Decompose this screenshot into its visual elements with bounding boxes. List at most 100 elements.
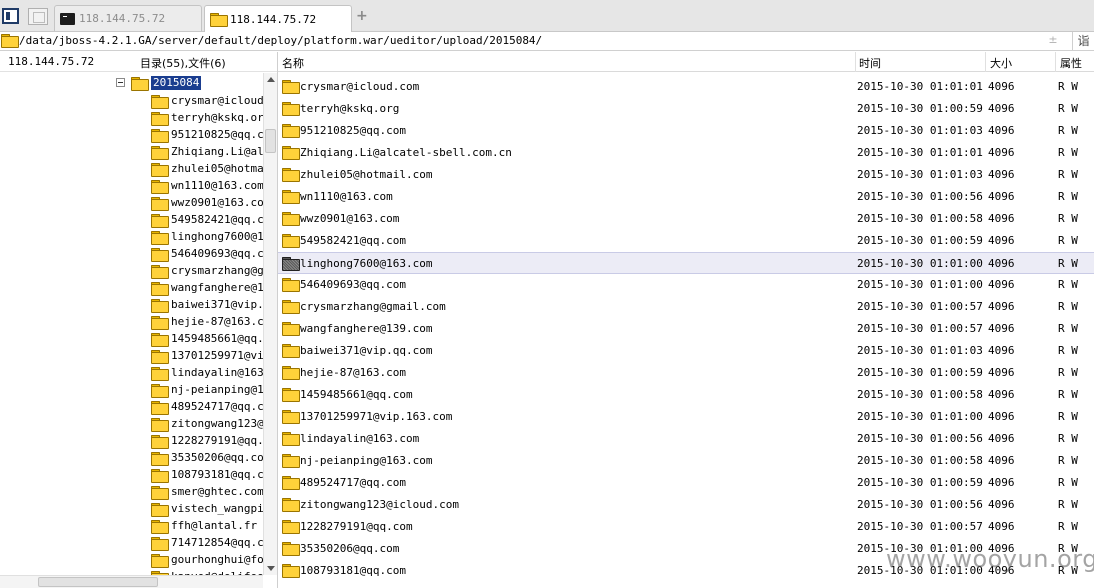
file-size: 4096 xyxy=(988,102,1015,115)
scroll-down-icon[interactable] xyxy=(267,566,275,571)
file-name: lindayalin@163.com xyxy=(300,432,420,445)
tree-item-label: crysmarzhang@gma xyxy=(171,264,263,277)
column-size[interactable]: 大小 xyxy=(990,55,1012,71)
tree-item[interactable]: zitongwang123@ic xyxy=(151,415,263,432)
add-tab-button[interactable]: + xyxy=(356,8,368,24)
tree-horizontal-scrollbar[interactable] xyxy=(0,575,263,588)
tree-item[interactable]: 549582421@qq.com xyxy=(151,211,263,228)
tree-item[interactable]: crysmarzhang@gma xyxy=(151,262,263,279)
tree-item-label: 489524717@qq.com xyxy=(171,400,263,413)
tree-item[interactable]: linghong7600@163 xyxy=(151,228,263,245)
tree-item[interactable]: 489524717@qq.com xyxy=(151,398,263,415)
tree-root-label: 2015084 xyxy=(151,75,202,90)
column-divider[interactable] xyxy=(1055,52,1056,72)
table-row[interactable]: linghong7600@163.com 2015-10-30 01:01:00 4… xyxy=(278,252,1094,274)
file-name: baiwei371@vip.qq.com xyxy=(300,344,433,357)
tree-item[interactable]: 714712854@qq.com xyxy=(151,534,263,551)
table-row[interactable]: 489524717@qq.com 2015-10-30 01:00:59 4096 R… xyxy=(278,472,1094,494)
table-row[interactable]: lindayalin@163.com 2015-10-30 01:00:56 409… xyxy=(278,428,1094,450)
table-row[interactable]: 1459485661@qq.com 2015-10-30 01:00:58 4096… xyxy=(278,384,1094,406)
table-row[interactable]: terryh@kskq.org 2015-10-30 01:00:59 4096 R … xyxy=(278,98,1094,120)
file-size: 4096 xyxy=(988,344,1015,357)
tree-item[interactable]: smer@ghtec.com xyxy=(151,483,263,500)
tree-item[interactable]: 35350206@qq.com xyxy=(151,449,263,466)
file-name: 35350206@qq.com xyxy=(300,542,400,555)
sidebar-toggle-icon[interactable] xyxy=(2,8,19,24)
column-divider[interactable] xyxy=(985,52,986,72)
file-size: 4096 xyxy=(988,498,1015,511)
file-attr: R W xyxy=(1058,146,1078,159)
table-row[interactable]: wangfanghere@139.com 2015-10-30 01:00:57 4… xyxy=(278,318,1094,340)
tree-item[interactable]: crysmar@icloud.c xyxy=(151,92,263,109)
table-row[interactable]: crysmar@icloud.com 2015-10-30 01:01:01 409… xyxy=(278,76,1094,98)
tree-item[interactable]: kanyed@dolifood xyxy=(151,568,263,575)
tree-item[interactable]: lindayalin@163.c xyxy=(151,364,263,381)
tree-item[interactable]: gourhonghui@foxm xyxy=(151,551,263,568)
tree-item[interactable]: wwz0901@163.com xyxy=(151,194,263,211)
tree-item[interactable]: 546409693@qq.com xyxy=(151,245,263,262)
table-row[interactable]: 951210825@qq.com 2015-10-30 01:01:03 4096 R… xyxy=(278,120,1094,142)
table-row[interactable]: wn1110@163.com 2015-10-30 01:00:56 4096 R W xyxy=(278,186,1094,208)
tree-root-node[interactable]: 2015084 xyxy=(116,75,202,91)
folder-icon xyxy=(282,234,300,248)
tree-item-label: baiwei371@vip.qq xyxy=(171,298,263,311)
file-size: 4096 xyxy=(988,432,1015,445)
file-name: 1459485661@qq.com xyxy=(300,388,413,401)
tree-item[interactable]: zhulei05@hotmail xyxy=(151,160,263,177)
scroll-up-icon[interactable] xyxy=(267,77,275,82)
tree-item[interactable]: vistech_wangping xyxy=(151,500,263,517)
column-name[interactable]: 名称 xyxy=(282,55,304,71)
table-row[interactable]: 13701259971@vip.163.com 2015-10-30 01:01:… xyxy=(278,406,1094,428)
scroll-thumb[interactable] xyxy=(265,129,276,153)
scroll-thumb[interactable] xyxy=(38,577,158,587)
tree-item[interactable]: baiwei371@vip.qq xyxy=(151,296,263,313)
column-divider[interactable] xyxy=(855,52,856,72)
path-input[interactable]: /data/jboss-4.2.1.GA/server/default/depl… xyxy=(19,34,542,47)
folder-icon xyxy=(282,344,300,358)
folder-icon xyxy=(151,366,169,381)
path-dropdown[interactable]: ± xyxy=(1037,33,1069,49)
folder-icon xyxy=(151,502,169,517)
tree-item[interactable]: 108793181@qq.com xyxy=(151,466,263,483)
table-row[interactable]: baiwei371@vip.qq.com 2015-10-30 01:01:03 4… xyxy=(278,340,1094,362)
tree-item[interactable]: nj-peianping@163 xyxy=(151,381,263,398)
tree-item[interactable]: wangfanghere@139 xyxy=(151,279,263,296)
folder-icon xyxy=(151,281,169,296)
file-name: zhulei05@hotmail.com xyxy=(300,168,433,181)
table-row[interactable]: 546409693@qq.com 2015-10-30 01:01:00 4096 R… xyxy=(278,274,1094,296)
tree-item[interactable]: 13701259971@vip. xyxy=(151,347,263,364)
tree-vertical-scrollbar[interactable] xyxy=(263,73,277,575)
file-attr: R W xyxy=(1058,168,1078,181)
tree-item[interactable]: ffh@lantal.fr xyxy=(151,517,257,534)
path-go-button[interactable]: 诣 xyxy=(1072,32,1094,50)
table-row[interactable]: nj-peianping@163.com 2015-10-30 01:00:58 4… xyxy=(278,450,1094,472)
new-window-icon[interactable] xyxy=(28,8,48,25)
tree-item[interactable]: 1459485661@qq.co xyxy=(151,330,263,347)
file-attr: R W xyxy=(1058,278,1078,291)
tree-item[interactable]: 1228279191@qq.co xyxy=(151,432,263,449)
tree-item[interactable]: terryh@kskq.org xyxy=(151,109,263,126)
table-row[interactable]: 549582421@qq.com 2015-10-30 01:00:59 4096 R… xyxy=(278,230,1094,252)
tree-item[interactable]: 951210825@qq.com xyxy=(151,126,263,143)
table-row[interactable]: zhulei05@hotmail.com 2015-10-30 01:01:03 4… xyxy=(278,164,1094,186)
folder-icon xyxy=(151,247,169,262)
tree-item[interactable]: Zhiqiang.Li@alca xyxy=(151,143,263,160)
table-row[interactable]: Zhiqiang.Li@alcatel-sbell.com.cn 2015-10-… xyxy=(278,142,1094,164)
tree-item-label: linghong7600@163 xyxy=(171,230,263,243)
column-attr[interactable]: 属性 xyxy=(1060,55,1082,71)
table-row[interactable]: 1228279191@qq.com 2015-10-30 01:00:57 4096… xyxy=(278,516,1094,538)
table-row[interactable]: crysmarzhang@gmail.com 2015-10-30 01:00:5… xyxy=(278,296,1094,318)
tab-file-manager[interactable]: 118.144.75.72 xyxy=(204,5,352,32)
table-row[interactable]: zitongwang123@icloud.com 2015-10-30 01:00… xyxy=(278,494,1094,516)
host-label: 118.144.75.72 xyxy=(8,55,95,68)
tab-terminal[interactable]: 118.144.75.72 xyxy=(54,5,202,31)
collapse-icon[interactable] xyxy=(116,78,125,87)
column-time[interactable]: 时间 xyxy=(859,55,881,71)
tree-item[interactable]: wn1110@163.com xyxy=(151,177,263,194)
table-row[interactable]: wwz0901@163.com 2015-10-30 01:00:58 4096 R … xyxy=(278,208,1094,230)
tree-item-label: 714712854@qq.com xyxy=(171,536,263,549)
file-time: 2015-10-30 01:01:03 xyxy=(857,344,983,357)
table-row[interactable]: hejie-87@163.com 2015-10-30 01:00:59 4096 R… xyxy=(278,362,1094,384)
folder-icon xyxy=(282,476,300,490)
tree-item[interactable]: hejie-87@163.com xyxy=(151,313,263,330)
